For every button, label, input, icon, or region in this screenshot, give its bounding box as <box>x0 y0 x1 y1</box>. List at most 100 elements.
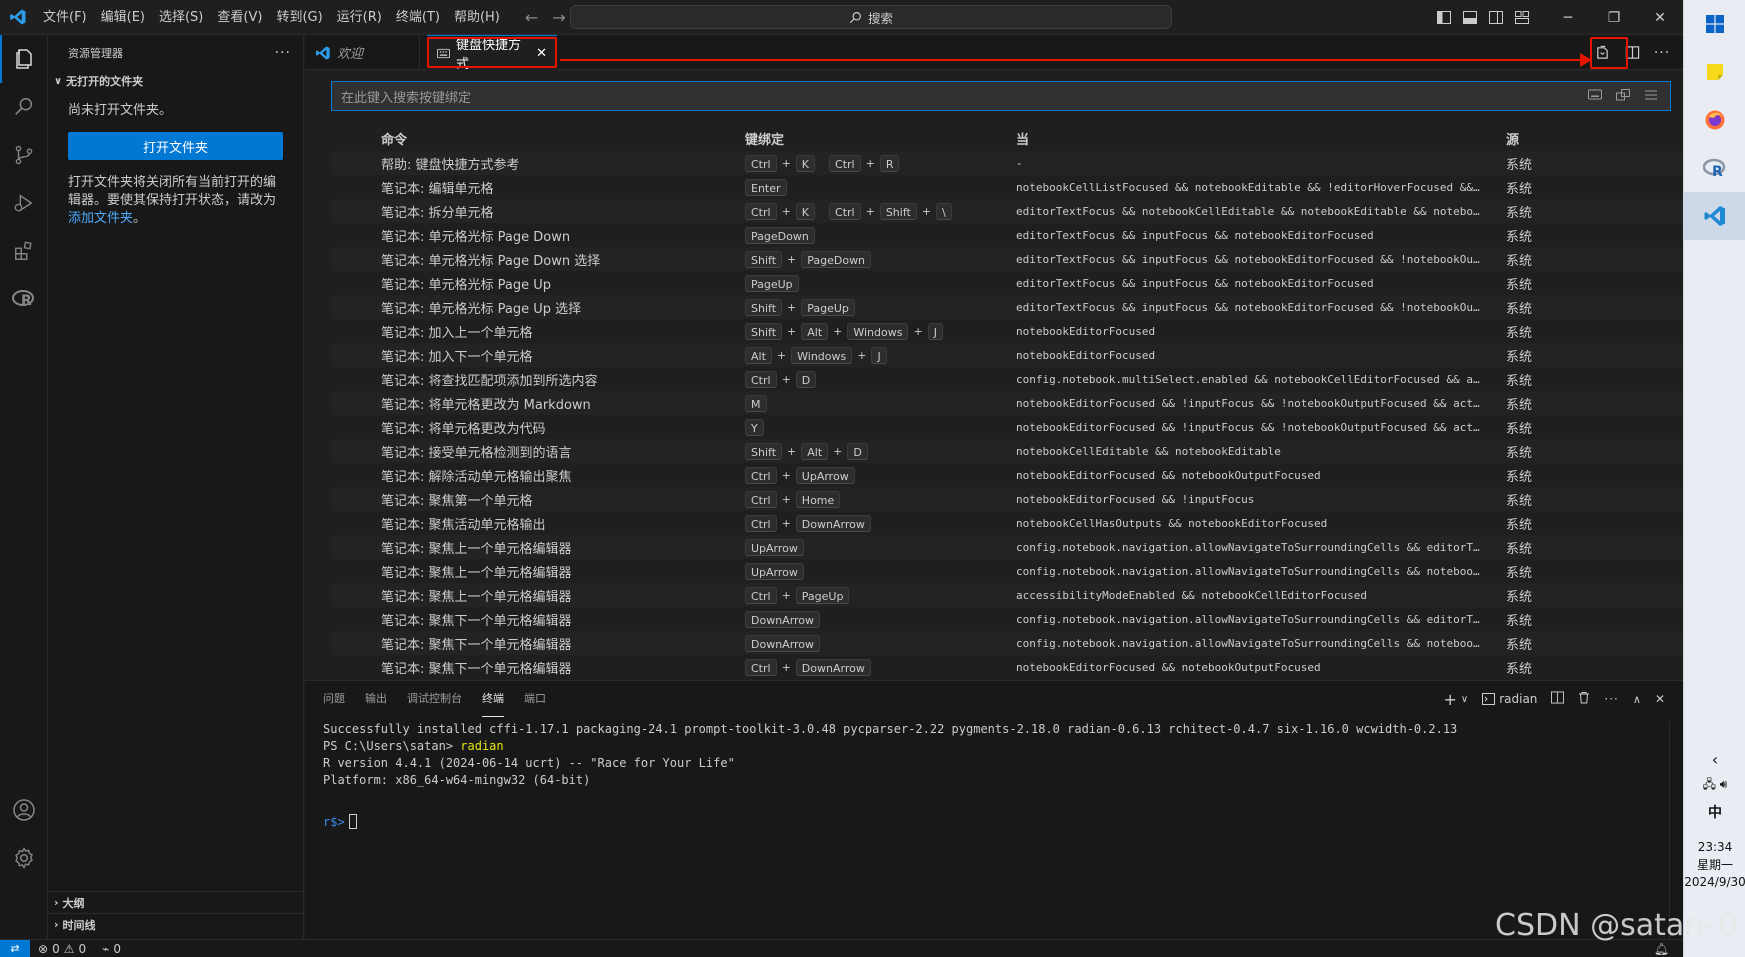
split-editor-icon[interactable] <box>1621 42 1643 64</box>
trash-icon[interactable] <box>1578 691 1590 707</box>
menu-item[interactable]: 转到(G) <box>269 0 329 35</box>
panel-tab[interactable]: 输出 <box>365 681 387 717</box>
table-row[interactable]: 笔记本: 聚焦下一个单元格编辑器 DownArrow config.notebook… <box>331 607 1683 631</box>
keybinding-cell[interactable]: PageDown <box>737 226 1009 244</box>
table-row[interactable]: 笔记本: 单元格光标 Page Down PageDown editorTextFo… <box>331 223 1683 247</box>
table-row[interactable]: 笔记本: 将单元格更改为 Markdown MnotebookEditorFocu… <box>331 391 1683 415</box>
ime-indicator[interactable]: 中 <box>1684 802 1745 822</box>
table-row[interactable]: 笔记本: 将单元格更改为代码 YnotebookEditorFocused && … <box>331 415 1683 439</box>
open-keybindings-json-icon[interactable] <box>1591 42 1613 64</box>
source-control-icon[interactable] <box>0 131 48 179</box>
keybinding-cell[interactable]: Shift + Alt + D <box>737 442 1009 460</box>
ports-status[interactable]: ⌁ 0 <box>94 942 129 956</box>
more-editor-actions-icon[interactable]: ··· <box>1651 42 1673 64</box>
keybinding-cell[interactable]: Ctrl + Home <box>737 490 1009 508</box>
add-folder-link[interactable]: 添加文件夹 <box>68 211 133 226</box>
table-row[interactable]: 笔记本: 拆分单元格 Ctrl + K Ctrl + Shift + \ editorTextFo… <box>331 199 1683 223</box>
timeline-section[interactable]: › 时间线 <box>48 913 304 935</box>
command-center-search[interactable]: 搜索 <box>570 5 1172 29</box>
keybinding-cell[interactable]: Ctrl + K Ctrl + Shift + \ <box>737 202 1009 220</box>
outline-section[interactable]: › 大纲 <box>48 891 304 913</box>
keybinding-cell[interactable]: Y <box>737 418 1009 436</box>
panel-tab[interactable]: 端口 <box>524 681 546 717</box>
keybinding-cell[interactable]: Ctrl + PageUp <box>737 586 1009 604</box>
table-row[interactable]: 笔记本: 加入下一个单元格 Alt + Windows + JnotebookEditor… <box>331 343 1683 367</box>
header-keybinding[interactable]: 键绑定 <box>737 129 1009 148</box>
network-volume-icons[interactable]: 🖧︎ 🔊︎ <box>1684 775 1745 796</box>
record-keys-icon[interactable] <box>1588 89 1602 105</box>
back-arrow-icon[interactable]: ← <box>525 8 538 27</box>
table-row[interactable]: 帮助: 键盘快捷方式参考 Ctrl + K Ctrl + R - 系统 <box>331 151 1683 175</box>
table-row[interactable]: 笔记本: 聚焦上一个单元格编辑器 UpArrow config.notebook.n… <box>331 559 1683 583</box>
header-when[interactable]: 当 <box>1009 129 1484 148</box>
tab-welcome[interactable]: 欢迎 <box>305 35 420 70</box>
toggle-secondary-sidebar-icon[interactable] <box>1483 0 1509 35</box>
table-row[interactable]: 笔记本: 聚焦上一个单元格编辑器 Ctrl + PageUp accessibility… <box>331 583 1683 607</box>
panel-tab[interactable]: 终端 <box>482 681 504 717</box>
sort-by-precedence-icon[interactable] <box>1616 89 1630 105</box>
forward-arrow-icon[interactable]: → <box>552 8 565 27</box>
keybinding-cell[interactable]: Ctrl + DownArrow <box>737 658 1009 676</box>
keybinding-cell[interactable]: Ctrl + D <box>737 370 1009 388</box>
keybinding-cell[interactable]: Enter <box>737 178 1009 196</box>
remote-indicator-icon[interactable]: ⇄ <box>0 939 30 957</box>
vscode-taskbar-icon[interactable] <box>1684 192 1745 240</box>
close-panel-icon[interactable]: ✕ <box>1655 692 1665 706</box>
menu-item[interactable]: 帮助(H) <box>447 0 507 35</box>
keybinding-cell[interactable]: Ctrl + UpArrow <box>737 466 1009 484</box>
keybinding-cell[interactable]: Shift + Alt + Windows + J <box>737 322 1009 340</box>
settings-gear-icon[interactable] <box>0 834 48 882</box>
r-gui-icon[interactable]: R <box>1684 144 1745 192</box>
table-row[interactable]: 笔记本: 聚焦上一个单元格编辑器 UpArrow config.notebook.n… <box>331 535 1683 559</box>
keybinding-cell[interactable]: DownArrow <box>737 634 1009 652</box>
customize-layout-icon[interactable] <box>1509 0 1535 35</box>
maximize-panel-icon[interactable]: ∧ <box>1633 693 1641 706</box>
keybinding-cell[interactable]: M <box>737 394 1009 412</box>
table-row[interactable]: 笔记本: 单元格光标 Page Down 选择 Shift + PageDown edi… <box>331 247 1683 271</box>
keybinding-cell[interactable]: PageUp <box>737 274 1009 292</box>
table-row[interactable]: 笔记本: 聚焦活动单元格输出 Ctrl + DownArrow notebookCell… <box>331 511 1683 535</box>
table-row[interactable]: 笔记本: 将查找匹配项添加到所选内容 Ctrl + Dconfig.notebook.… <box>331 367 1683 391</box>
table-row[interactable]: 笔记本: 加入上一个单元格 Shift + Alt + Windows + Jnotebook… <box>331 319 1683 343</box>
run-debug-icon[interactable] <box>0 179 48 227</box>
menu-item[interactable]: 选择(S) <box>152 0 210 35</box>
menu-item[interactable]: 文件(F) <box>36 0 94 35</box>
toggle-sidebar-icon[interactable] <box>1431 0 1457 35</box>
minimize-icon[interactable]: ─ <box>1545 0 1591 35</box>
restore-icon[interactable]: ❐ <box>1591 0 1637 35</box>
keybinding-cell[interactable]: DownArrow <box>737 610 1009 628</box>
problems-status[interactable]: ⊗ 0 ⚠ 0 <box>30 942 94 956</box>
split-terminal-icon[interactable] <box>1551 691 1565 707</box>
close-window-icon[interactable]: ✕ <box>1637 0 1683 35</box>
keybindings-search-input[interactable]: 在此键入搜索按键绑定 <box>331 81 1671 111</box>
open-folder-button[interactable]: 打开文件夹 <box>68 132 283 160</box>
new-terminal-icon[interactable]: + <box>1443 690 1456 709</box>
windows-start-icon[interactable] <box>1684 0 1745 48</box>
menu-item[interactable]: 终端(T) <box>389 0 447 35</box>
keybinding-cell[interactable]: UpArrow <box>737 562 1009 580</box>
table-row[interactable]: 笔记本: 聚焦下一个单元格编辑器 DownArrow config.notebook… <box>331 631 1683 655</box>
sticky-notes-icon[interactable] <box>1684 48 1745 96</box>
menu-item[interactable]: 编辑(E) <box>94 0 152 35</box>
accounts-icon[interactable] <box>0 786 48 834</box>
table-row[interactable]: 笔记本: 单元格光标 Page Up 选择 Shift + PageUp editorT… <box>331 295 1683 319</box>
explorer-icon[interactable] <box>0 35 48 83</box>
menu-item[interactable]: 运行(R) <box>330 0 389 35</box>
notifications-bell-icon[interactable]: 🔔︎ <box>1654 942 1683 956</box>
extensions-icon[interactable] <box>0 227 48 275</box>
keybinding-cell[interactable]: Ctrl + DownArrow <box>737 514 1009 532</box>
terminal-output[interactable]: Successfully installed cffi-1.17.1 packa… <box>323 721 1457 831</box>
more-panel-actions-icon[interactable]: ··· <box>1604 692 1618 706</box>
toggle-panel-icon[interactable] <box>1457 0 1483 35</box>
r-language-icon[interactable]: R <box>0 275 48 323</box>
search-view-icon[interactable] <box>0 83 48 131</box>
more-actions-icon[interactable]: ··· <box>275 45 291 61</box>
panel-tab[interactable]: 调试控制台 <box>407 681 462 717</box>
table-row[interactable]: 笔记本: 聚焦第一个单元格 Ctrl + Home notebookEditorFocu… <box>331 487 1683 511</box>
table-row[interactable]: 笔记本: 解除活动单元格输出聚焦 Ctrl + UpArrow notebookEdit… <box>331 463 1683 487</box>
chevron-down-icon[interactable]: ∨ <box>1461 694 1468 705</box>
keybinding-cell[interactable]: Shift + PageDown <box>737 250 1009 268</box>
terminal-instance[interactable]: radian <box>1482 692 1537 706</box>
clear-filter-icon[interactable] <box>1644 89 1658 105</box>
table-row[interactable]: 笔记本: 接受单元格检测到的语言 Shift + Alt + DnotebookCellE… <box>331 439 1683 463</box>
